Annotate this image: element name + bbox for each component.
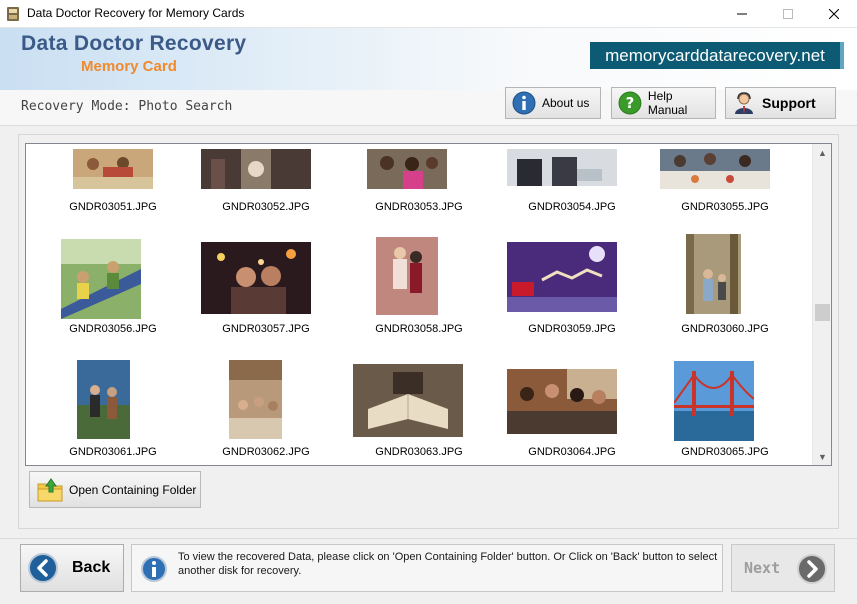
support-label: Support	[762, 95, 816, 111]
thumbnail-image[interactable]	[507, 149, 617, 186]
info-message: To view the recovered Data, please click…	[178, 551, 718, 577]
about-us-label: About us	[542, 96, 590, 110]
thumbnail-filename: GNDR03056.JPG	[69, 323, 157, 335]
next-button[interactable]: Next	[731, 544, 835, 592]
scroll-up-arrow-icon[interactable]: ▲	[813, 144, 832, 161]
minimize-icon	[737, 13, 747, 15]
close-button[interactable]	[811, 0, 857, 28]
thumbnail-filename: GNDR03061.JPG	[69, 446, 157, 458]
support-button[interactable]: Support	[725, 87, 836, 119]
thumbnail-filename: GNDR03060.JPG	[681, 323, 769, 335]
thumbnail-image[interactable]	[201, 242, 311, 314]
website-badge: memorycarddatarecovery.net	[590, 42, 844, 69]
close-icon	[829, 9, 839, 19]
thumbnail-image[interactable]	[77, 360, 130, 439]
app-icon	[7, 7, 19, 21]
thumbnail-image[interactable]	[674, 361, 754, 441]
thumbnail-image[interactable]	[229, 360, 282, 439]
thumbnail-filename: GNDR03064.JPG	[528, 446, 616, 458]
thumbnail-filename: GNDR03059.JPG	[528, 323, 616, 335]
brand-title: Data Doctor Recovery	[21, 32, 247, 55]
thumbnail-filename: GNDR03062.JPG	[222, 446, 310, 458]
thumbnail-image[interactable]	[367, 149, 447, 189]
thumbnail-filename: GNDR03054.JPG	[528, 201, 616, 213]
divider	[0, 538, 857, 539]
thumbnail-filename: GNDR03065.JPG	[681, 446, 769, 458]
info-icon	[512, 91, 536, 115]
help-manual-label: Help Manual	[647, 89, 688, 117]
scroll-down-arrow-icon[interactable]: ▼	[813, 448, 832, 465]
next-label: Next	[744, 559, 781, 577]
window-title: Data Doctor Recovery for Memory Cards	[27, 6, 245, 20]
thumbnail-image[interactable]	[507, 242, 617, 312]
open-folder-label: Open Containing Folder	[69, 482, 197, 497]
back-button[interactable]: Back	[20, 544, 124, 592]
thumbnail-image[interactable]	[660, 149, 770, 189]
folder-up-icon	[37, 477, 63, 501]
thumbnail-filename: GNDR03052.JPG	[222, 201, 310, 213]
thumbnail-image[interactable]	[376, 237, 438, 315]
thumbnail-image[interactable]	[61, 239, 141, 319]
minimize-button[interactable]	[719, 0, 765, 28]
svg-text:?: ?	[626, 94, 635, 112]
about-us-button[interactable]: About us	[505, 87, 601, 119]
thumbnail-image[interactable]	[73, 149, 153, 189]
info-panel: To view the recovered Data, please click…	[131, 544, 723, 592]
thumbnail-image[interactable]	[353, 364, 463, 437]
next-arrow-icon	[797, 554, 827, 584]
thumbnail-filename: GNDR03053.JPG	[375, 201, 463, 213]
thumbnail-image[interactable]	[201, 149, 311, 189]
vertical-scrollbar[interactable]: ▲ ▼	[812, 144, 831, 465]
title-bar: Data Doctor Recovery for Memory Cards	[0, 0, 857, 28]
open-containing-folder-button[interactable]: Open Containing Folder	[29, 471, 201, 508]
info-icon	[141, 556, 167, 582]
thumbnail-filename: GNDR03051.JPG	[69, 201, 157, 213]
thumbnail-image[interactable]	[507, 369, 617, 434]
thumbnail-grid[interactable]: GNDR03051.JPG GNDR03052.JPG GNDR03053.JP…	[25, 143, 832, 466]
brand-subtitle: Memory Card	[81, 58, 177, 75]
thumbnail-filename: GNDR03063.JPG	[375, 446, 463, 458]
header-banner: Data Doctor Recovery Memory Card memoryc…	[0, 28, 857, 90]
recovery-mode-label: Recovery Mode: Photo Search	[21, 99, 233, 114]
support-person-icon	[735, 92, 753, 114]
back-label: Back	[72, 559, 111, 576]
maximize-button[interactable]	[765, 0, 811, 28]
maximize-icon	[783, 9, 793, 19]
help-icon: ?	[618, 91, 642, 115]
thumbnail-image[interactable]	[686, 234, 741, 314]
scroll-thumb[interactable]	[815, 304, 830, 321]
thumbnail-filename: GNDR03058.JPG	[375, 323, 463, 335]
help-manual-button[interactable]: ? Help Manual	[611, 87, 716, 119]
thumbnail-filename: GNDR03057.JPG	[222, 323, 310, 335]
thumbnail-filename: GNDR03055.JPG	[681, 201, 769, 213]
back-arrow-icon	[28, 553, 58, 583]
